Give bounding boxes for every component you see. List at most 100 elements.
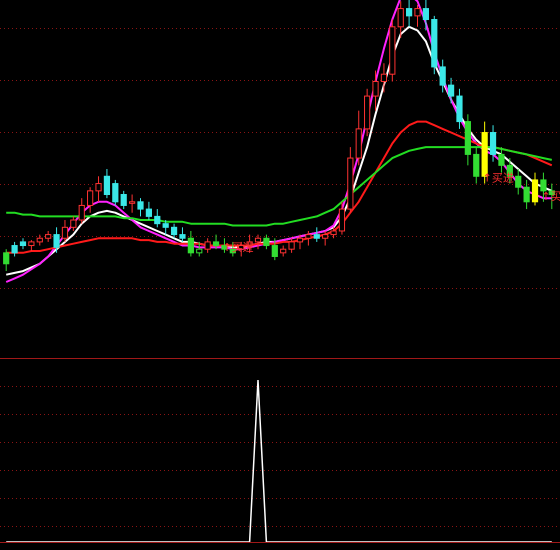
- candle-body: [95, 183, 102, 192]
- ma-line-3: [6, 146, 553, 227]
- candle-body: [456, 95, 463, 123]
- candle: [154, 209, 161, 228]
- buy-signal-label: ↑买进: [541, 190, 560, 203]
- candle-body: [313, 234, 320, 239]
- candle-body: [515, 175, 522, 188]
- candle-body: [145, 208, 152, 217]
- candle-body: [372, 80, 379, 97]
- candle: [389, 19, 396, 82]
- candle: [473, 147, 480, 184]
- candle-body: [422, 8, 429, 21]
- candle-body: [464, 121, 471, 155]
- candle: [406, 0, 413, 27]
- stock-chart: ↑买进 ↑买进 ↑买进: [0, 0, 560, 546]
- candle-body: [11, 245, 18, 254]
- candle: [204, 238, 211, 253]
- chart-canvas: ↑买进 ↑买进 ↑买进: [0, 0, 560, 543]
- candle-body: [355, 128, 362, 159]
- candle-body: [129, 201, 136, 204]
- candle-body: [120, 194, 127, 206]
- candle-body: [3, 252, 10, 265]
- candle-body: [288, 241, 295, 250]
- candle: [95, 176, 102, 202]
- candle-body: [19, 241, 27, 247]
- candle-body: [187, 237, 194, 254]
- candle-body: [481, 132, 488, 177]
- candle-body: [397, 8, 404, 28]
- candle: [137, 198, 144, 217]
- candle: [129, 194, 136, 213]
- candle-body: [263, 237, 270, 247]
- candle: [103, 168, 111, 199]
- candle-body: [414, 8, 421, 17]
- candle-body: [447, 84, 455, 97]
- candle-body: [439, 66, 446, 86]
- candle-body: [196, 248, 203, 254]
- candle: [464, 114, 471, 166]
- candle-body: [406, 8, 413, 17]
- candle: [288, 238, 295, 253]
- candle-body: [45, 234, 52, 239]
- candle-body: [103, 175, 111, 196]
- candle-body: [87, 190, 94, 206]
- indicator-grid: [0, 386, 560, 527]
- candle-body: [212, 241, 220, 247]
- candle-body: [179, 234, 186, 239]
- candle-body: [523, 186, 530, 203]
- candle-body: [204, 241, 211, 250]
- candle-body: [280, 248, 287, 254]
- candle-body: [330, 230, 337, 236]
- candle-body: [162, 223, 169, 228]
- candle-body: [473, 153, 480, 177]
- candle-body: [78, 204, 85, 221]
- candle-body: [380, 73, 388, 82]
- candle-body: [389, 26, 396, 75]
- candle-body: [364, 95, 371, 130]
- candle: [531, 172, 539, 206]
- candle-body: [28, 241, 35, 247]
- candle: [515, 168, 522, 195]
- candle-body: [254, 237, 262, 243]
- candle: [36, 234, 43, 246]
- candle-body: [112, 183, 119, 203]
- candle: [112, 179, 119, 206]
- candle: [431, 15, 438, 75]
- candle: [78, 198, 85, 224]
- candle-body: [431, 19, 438, 68]
- candle-body: [296, 237, 304, 243]
- candle-body: [137, 201, 144, 210]
- candle: [87, 187, 94, 213]
- candle: [347, 147, 354, 213]
- candle: [280, 245, 287, 257]
- candle: [305, 230, 312, 246]
- candle: [3, 249, 10, 272]
- buy-signal-label: ↑买进: [483, 172, 514, 185]
- candle-body: [338, 208, 346, 232]
- candle-body: [36, 237, 43, 243]
- candle: [61, 220, 69, 242]
- candle: [313, 227, 320, 242]
- buy-signal-label: ↑买进: [222, 241, 253, 254]
- candle-body: [489, 132, 497, 155]
- candle-body: [70, 219, 77, 228]
- candle: [28, 240, 35, 252]
- candle-body: [61, 226, 69, 239]
- candle-body: [53, 234, 60, 248]
- candle: [498, 147, 505, 173]
- candle: [11, 241, 18, 257]
- candle-body: [347, 157, 354, 210]
- candle-body: [170, 226, 178, 236]
- candle-body: [271, 245, 278, 257]
- candle-body: [305, 234, 312, 239]
- candle: [187, 230, 194, 257]
- candle: [45, 230, 52, 242]
- candle: [120, 190, 127, 210]
- candle-body: [531, 179, 539, 203]
- candle: [19, 238, 27, 250]
- candle: [414, 4, 421, 27]
- candle-body: [322, 234, 329, 239]
- candle: [447, 77, 455, 104]
- indicator-line: [6, 379, 552, 543]
- candle: [70, 216, 77, 231]
- indicator-panel: [0, 379, 560, 543]
